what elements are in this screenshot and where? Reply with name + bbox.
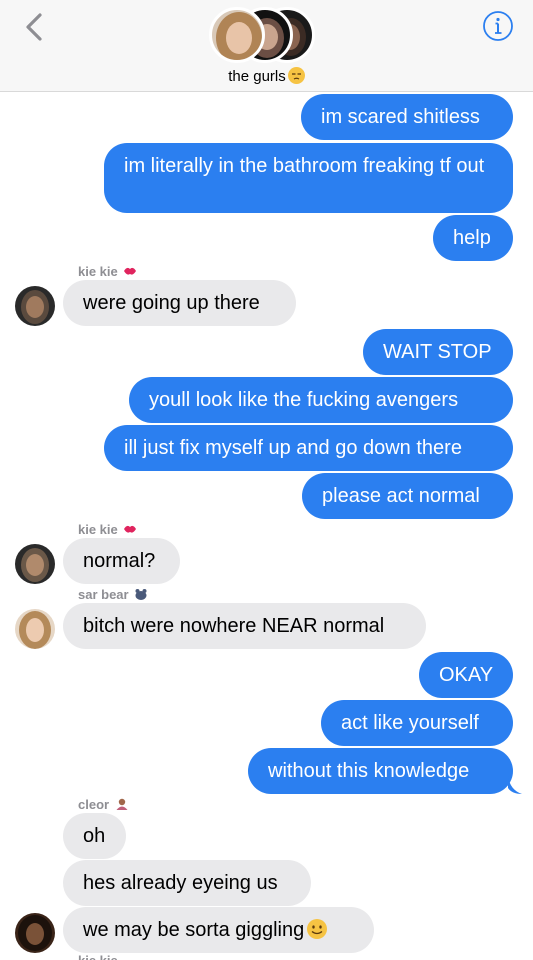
outgoing-message[interactable]: please act normal — [302, 473, 513, 519]
message-thread[interactable]: im scared shitless im literally in the b… — [0, 93, 533, 960]
info-circle-icon — [483, 11, 513, 41]
smiling-face-emoji — [307, 919, 328, 939]
incoming-message[interactable]: were going up there — [63, 280, 296, 326]
sender-name-text: cleor — [78, 797, 110, 812]
incoming-message[interactable]: bitch were nowhere NEAR normal — [63, 603, 426, 649]
sender-name-text: kie kie — [78, 264, 118, 279]
sender-name-text: sar bear — [78, 587, 129, 602]
incoming-message[interactable]: hes already eyeing us — [63, 860, 311, 906]
outgoing-message[interactable]: ill just fix myself up and go down there — [104, 425, 513, 471]
group-member-avatar — [209, 7, 265, 63]
bubble-tail — [508, 776, 522, 794]
outgoing-message[interactable]: WAIT STOP — [363, 329, 513, 375]
incoming-message[interactable]: oh — [63, 813, 126, 859]
group-avatars[interactable] — [209, 4, 317, 64]
info-button[interactable] — [482, 10, 514, 42]
sender-avatar[interactable] — [15, 913, 55, 953]
unamused-face-emoji — [287, 67, 305, 84]
outgoing-message[interactable]: help — [433, 215, 513, 261]
group-name[interactable]: the gurls — [0, 67, 533, 85]
sender-avatar[interactable] — [15, 286, 55, 326]
chevron-left-icon — [26, 13, 42, 41]
incoming-message[interactable]: we may be sorta giggling — [63, 907, 374, 953]
kiss-mark-emoji — [124, 525, 137, 533]
message-text: we may be sorta giggling — [83, 919, 305, 941]
outgoing-message[interactable]: without this knowledge — [248, 748, 513, 794]
sender-name: sar bear — [78, 587, 148, 602]
bear-emoji — [135, 589, 147, 600]
sender-avatar[interactable] — [15, 609, 55, 649]
sender-avatar[interactable] — [15, 544, 55, 584]
sender-name: kie kie — [78, 522, 137, 537]
sender-name: kie kie — [78, 953, 118, 960]
sender-name-text: kie kie — [78, 522, 118, 537]
outgoing-message[interactable]: im literally in the bathroom freaking tf… — [104, 143, 513, 213]
group-name-text: the gurls — [228, 68, 286, 85]
sender-name: cleor — [78, 797, 129, 812]
outgoing-message[interactable]: act like yourself — [321, 700, 513, 746]
back-button[interactable] — [18, 10, 52, 44]
incoming-message[interactable]: normal? — [63, 538, 180, 584]
sender-name: kie kie — [78, 264, 137, 279]
person-emoji — [116, 798, 128, 810]
outgoing-message[interactable]: OKAY — [419, 652, 513, 698]
outgoing-message[interactable]: youll look like the fucking avengers — [129, 377, 513, 423]
conversation-header: the gurls — [0, 0, 533, 92]
kiss-mark-emoji — [124, 267, 137, 275]
outgoing-message[interactable]: im scared shitless — [301, 94, 513, 140]
